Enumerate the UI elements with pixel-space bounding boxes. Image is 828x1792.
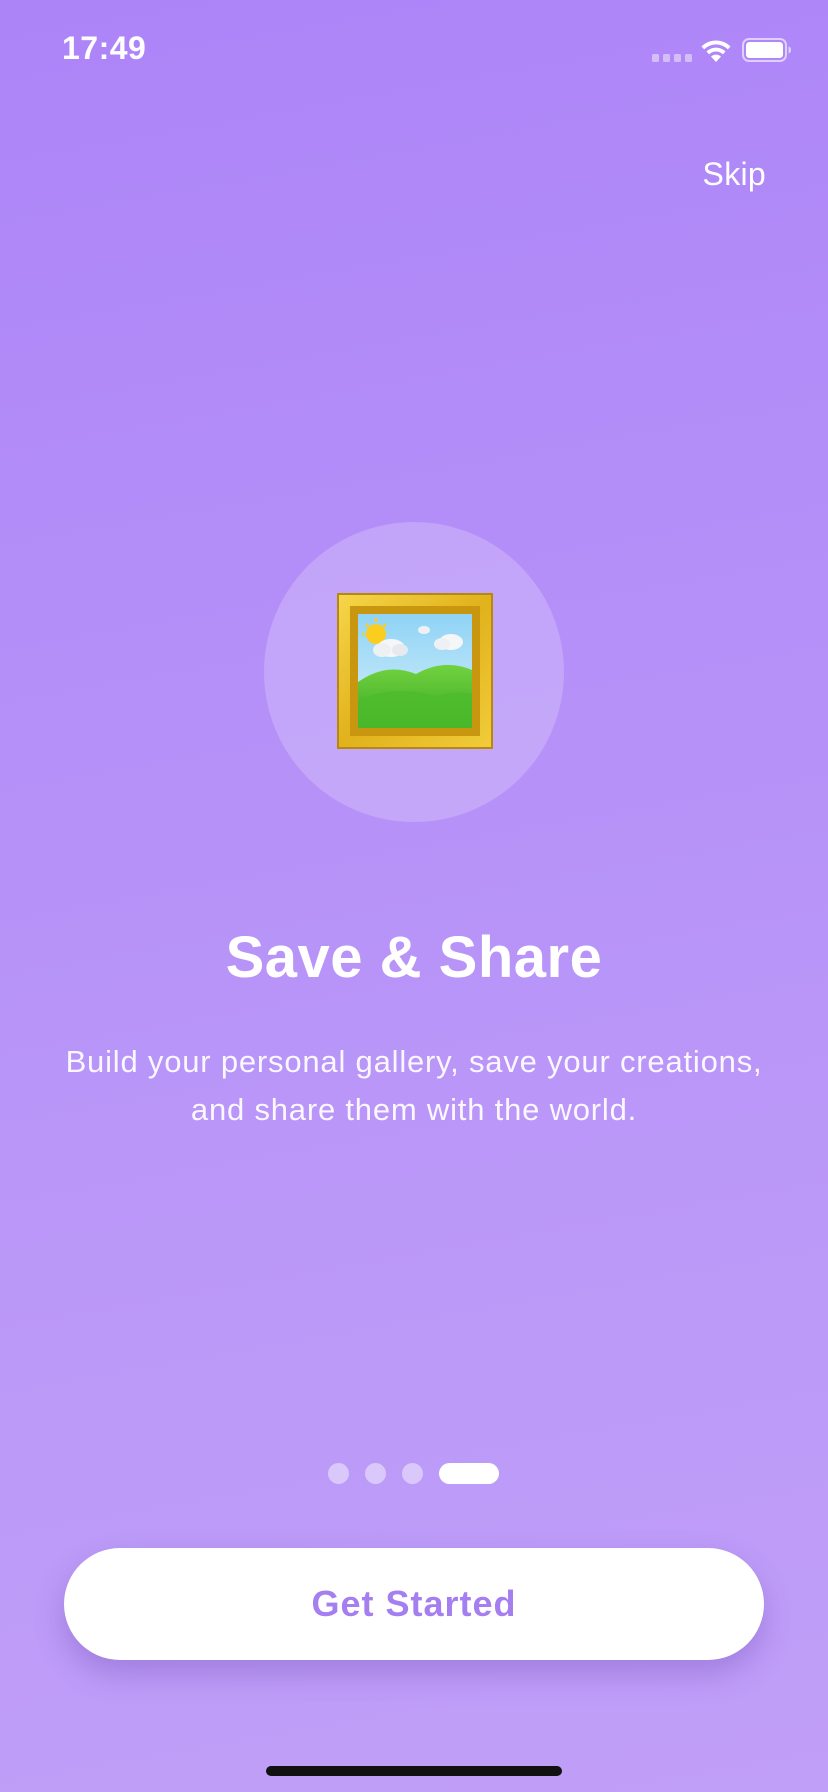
skip-button[interactable]: Skip <box>703 156 766 193</box>
battery-icon <box>742 38 791 62</box>
page-dot-active[interactable] <box>439 1462 499 1484</box>
get-started-label: Get Started <box>311 1583 517 1624</box>
page-title: Save & Share <box>225 925 603 990</box>
get-started-button[interactable]: Get Started <box>64 1548 764 1660</box>
cellular-signal-icon <box>652 54 692 62</box>
page-description: Build your personal gallery, save your c… <box>65 1044 763 1127</box>
page-indicator <box>328 1462 499 1484</box>
page-dot[interactable] <box>365 1462 386 1484</box>
framed-picture-icon <box>337 593 493 749</box>
page-dot[interactable] <box>328 1462 349 1484</box>
wifi-icon <box>701 40 731 62</box>
page-dot[interactable] <box>402 1462 423 1484</box>
home-indicator <box>266 1766 562 1776</box>
status-time: 17:49 <box>62 30 147 66</box>
status-bar: 17:49 <box>0 0 828 100</box>
